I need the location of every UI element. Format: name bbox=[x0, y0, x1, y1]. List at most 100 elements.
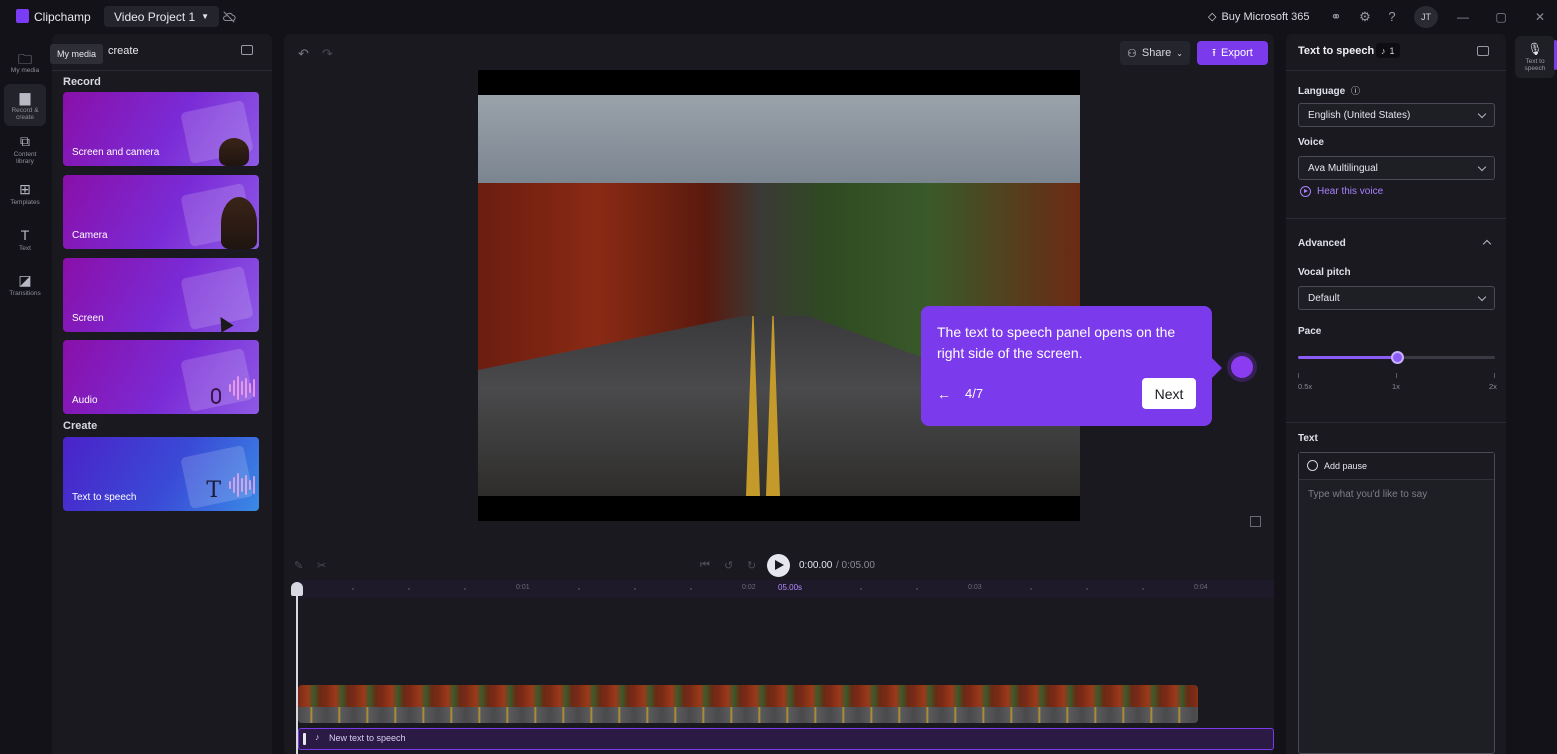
split-icon[interactable]: ✎ bbox=[294, 559, 303, 572]
gear-icon[interactable]: ⚙ bbox=[1357, 9, 1373, 25]
nav-transitions[interactable]: ◪ Transitions bbox=[4, 263, 46, 305]
collapse-panel-icon[interactable] bbox=[241, 45, 253, 55]
nav-label: Content library bbox=[13, 151, 37, 165]
nav-label: Text bbox=[19, 244, 31, 252]
waveform-icon bbox=[229, 473, 255, 497]
clip-trim-handle[interactable] bbox=[303, 733, 306, 745]
camera-card[interactable]: Camera bbox=[63, 175, 259, 249]
rail-label: Text to speech bbox=[1524, 58, 1546, 72]
text-icon: T bbox=[20, 226, 30, 243]
buy-microsoft-365-button[interactable]: ◇ Buy Microsoft 365 bbox=[1208, 10, 1310, 24]
text-to-speech-panel: Text to speech ♪ 1 Language ⓘ English (U… bbox=[1286, 34, 1506, 754]
title-bar: Clipchamp Video Project 1 ▼ ◇ Buy Micros… bbox=[0, 0, 1557, 34]
video-preview[interactable] bbox=[478, 70, 1080, 521]
pace-slider-thumb[interactable] bbox=[1390, 351, 1404, 364]
add-pause-button[interactable]: Add pause bbox=[1307, 460, 1367, 471]
next-button[interactable]: Next bbox=[1142, 378, 1196, 409]
redo-icon[interactable]: ↷ bbox=[322, 46, 333, 62]
audio-card[interactable]: Audio bbox=[63, 340, 259, 414]
chevron-down-icon bbox=[1477, 292, 1487, 301]
buy-label: Buy Microsoft 365 bbox=[1221, 10, 1310, 23]
timeline-ruler[interactable]: 0:01 0:02 05.00s 0:03 0:04 bbox=[294, 580, 1274, 598]
skip-back-icon[interactable]: ⏮ bbox=[700, 559, 710, 572]
nav-text[interactable]: T Text bbox=[4, 218, 46, 260]
voice-select[interactable]: Ava Multilingual bbox=[1298, 156, 1495, 180]
scissors-icon[interactable]: ✂ bbox=[317, 559, 326, 572]
text-to-speech-card[interactable]: T Text to speech bbox=[63, 437, 259, 511]
fullscreen-icon[interactable] bbox=[1250, 516, 1261, 527]
minimize-icon[interactable]: — bbox=[1455, 9, 1471, 25]
language-select[interactable]: English (United States) bbox=[1298, 103, 1495, 127]
tick-dot bbox=[578, 588, 580, 590]
nav-label: My media bbox=[10, 66, 40, 74]
nav-label: Templates bbox=[10, 198, 40, 206]
total-time: / 0:05.00 bbox=[836, 560, 875, 571]
caret-down-icon: ▼ bbox=[201, 12, 210, 21]
microphone-icon bbox=[211, 388, 221, 404]
speech-text-input[interactable]: Add pause Type what you'd like to say bbox=[1298, 452, 1495, 754]
share-button[interactable]: ⚇ Share ⌄ bbox=[1120, 41, 1190, 65]
language-label-text: Language bbox=[1298, 86, 1346, 97]
project-name-dropdown[interactable]: Video Project 1 ▼ bbox=[104, 6, 220, 27]
tick-dot bbox=[352, 588, 354, 590]
help-icon[interactable]: ? bbox=[1384, 9, 1400, 25]
rewind-icon[interactable]: ↺ bbox=[724, 559, 733, 572]
forward-icon[interactable]: ↻ bbox=[747, 559, 756, 572]
voice-label: Voice bbox=[1298, 137, 1324, 148]
playback-controls: ✎ ✂ ⏮ ↺ ↻ 0:00.00 / 0:05.00 bbox=[284, 554, 1274, 578]
record-heading: Record bbox=[63, 76, 101, 88]
vocal-pitch-select[interactable]: Default bbox=[1298, 286, 1495, 310]
tick-dot bbox=[1086, 588, 1088, 590]
app-name: Clipchamp bbox=[34, 10, 91, 24]
nav-record-create[interactable]: ▆ Record & create bbox=[4, 84, 46, 126]
project-name: Video Project 1 bbox=[114, 9, 196, 24]
info-icon[interactable]: ⓘ bbox=[1351, 86, 1360, 96]
create-heading: Create bbox=[63, 420, 98, 432]
chevron-down-icon bbox=[1477, 109, 1487, 118]
divider bbox=[1286, 70, 1506, 71]
panel-title: create bbox=[108, 45, 139, 57]
nav-content-library[interactable]: ⧉ Content library bbox=[4, 128, 46, 170]
video-clip-track[interactable] bbox=[298, 685, 1198, 723]
share-link-icon[interactable]: ⚭ bbox=[1328, 9, 1344, 25]
maximize-icon[interactable]: ▢ bbox=[1493, 9, 1509, 25]
text-to-speech-clip[interactable]: ♪ New text to speech bbox=[298, 728, 1274, 750]
my-media-tooltip: My media bbox=[50, 44, 104, 64]
onboarding-coachmark: The text to speech panel opens on the ri… bbox=[921, 306, 1222, 426]
ruler-label: 0:04 bbox=[1194, 584, 1208, 591]
card-label: Text to speech bbox=[72, 492, 137, 503]
nav-templates[interactable]: ⊞ Templates bbox=[4, 172, 46, 214]
hear-voice-label: Hear this voice bbox=[1317, 186, 1384, 197]
text-toolbar: Add pause bbox=[1299, 453, 1494, 480]
vocal-pitch-label: Vocal pitch bbox=[1298, 267, 1351, 278]
screen-and-camera-card[interactable]: Screen and camera bbox=[63, 92, 259, 166]
ruler-label: 0:01 bbox=[516, 584, 530, 591]
tick-dot bbox=[860, 588, 862, 590]
back-arrow-icon[interactable]: ← bbox=[937, 386, 951, 402]
rail-text-to-speech[interactable]: 🎙 Text to speech bbox=[1515, 36, 1555, 78]
nav-my-media[interactable]: 🗀 My media bbox=[4, 40, 46, 82]
nav-label: Transitions bbox=[9, 289, 41, 297]
waveform-icon bbox=[229, 376, 255, 400]
record-create-panel: create Record Screen and camera Camera S… bbox=[52, 34, 272, 754]
tts-clip-label: New text to speech bbox=[329, 733, 406, 743]
tick-dot bbox=[634, 588, 636, 590]
right-rail: 🎙 Text to speech bbox=[1513, 34, 1557, 754]
pace-mid-label: 1x bbox=[1392, 382, 1400, 391]
text-label: Text bbox=[1298, 433, 1318, 444]
chevron-up-icon[interactable] bbox=[1482, 239, 1492, 249]
export-button[interactable]: ⭱ Export bbox=[1197, 41, 1268, 65]
undo-icon[interactable]: ↶ bbox=[298, 46, 309, 62]
hear-this-voice-link[interactable]: Hear this voice bbox=[1300, 186, 1383, 197]
screen-card[interactable]: Screen bbox=[63, 258, 259, 332]
pace-slider[interactable] bbox=[1298, 351, 1495, 364]
folder-icon: 🗀 bbox=[18, 50, 32, 67]
close-icon[interactable]: ✕ bbox=[1532, 9, 1548, 25]
avatar[interactable]: JT bbox=[1414, 6, 1438, 28]
advanced-label[interactable]: Advanced bbox=[1298, 238, 1346, 249]
tick-dot bbox=[690, 588, 692, 590]
collapse-panel-icon[interactable] bbox=[1477, 46, 1489, 56]
ruler-label: 0:02 bbox=[742, 584, 756, 591]
cloud-off-icon[interactable] bbox=[222, 10, 236, 24]
play-button[interactable] bbox=[767, 554, 790, 577]
